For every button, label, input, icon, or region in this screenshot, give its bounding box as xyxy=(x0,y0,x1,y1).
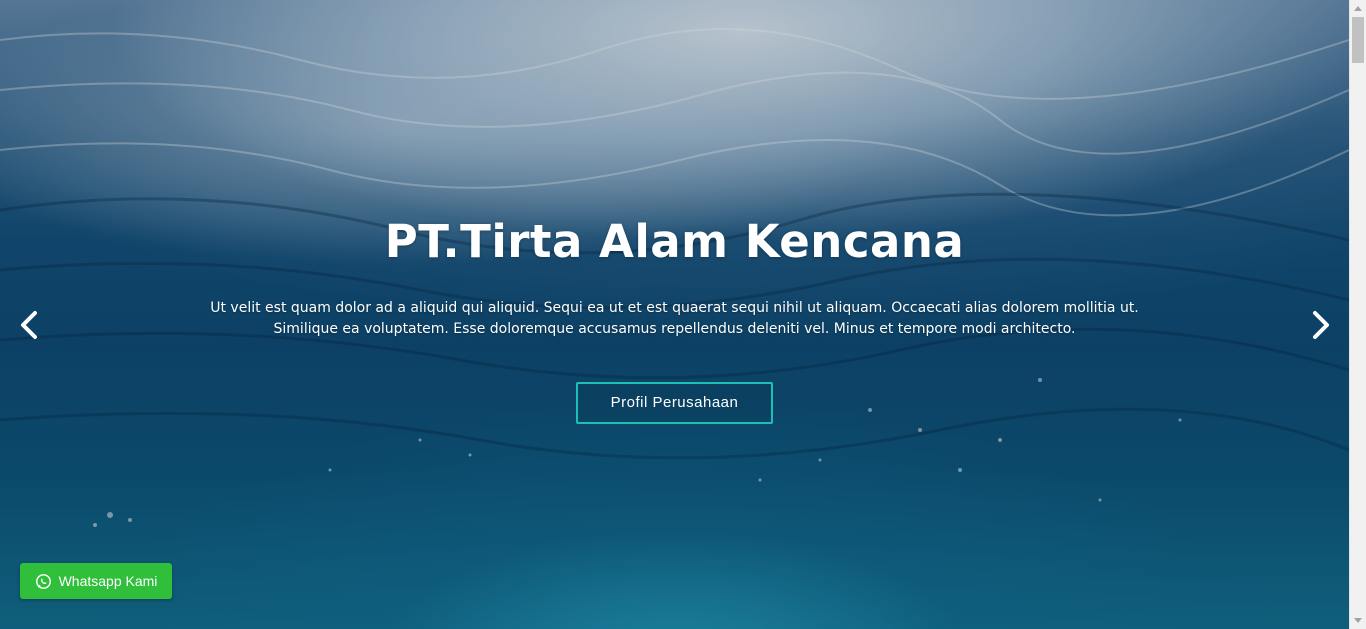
chevron-right-icon xyxy=(1313,311,1329,339)
carousel-prev-button[interactable] xyxy=(10,305,50,345)
whatsapp-button-label: Whatsapp Kami xyxy=(58,573,158,589)
hero-title: PT.Tirta Alam Kencana xyxy=(384,215,965,268)
scroll-up-arrow-icon[interactable] xyxy=(1350,0,1366,17)
page: PT.Tirta Alam Kencana Ut velit est quam … xyxy=(0,0,1366,629)
scroll-down-arrow-icon[interactable] xyxy=(1350,612,1366,629)
vertical-scrollbar[interactable] xyxy=(1349,0,1366,629)
whatsapp-icon xyxy=(35,573,52,590)
chevron-left-icon xyxy=(21,311,37,339)
whatsapp-button[interactable]: Whatsapp Kami xyxy=(20,563,172,599)
hero-description: Ut velit est quam dolor ad a aliquid qui… xyxy=(210,300,1139,337)
scrollbar-thumb[interactable] xyxy=(1352,17,1364,63)
hero-carousel: PT.Tirta Alam Kencana Ut velit est quam … xyxy=(0,0,1349,629)
company-profile-button[interactable]: Profil Perusahaan xyxy=(576,382,773,424)
carousel-next-button[interactable] xyxy=(1300,305,1340,345)
